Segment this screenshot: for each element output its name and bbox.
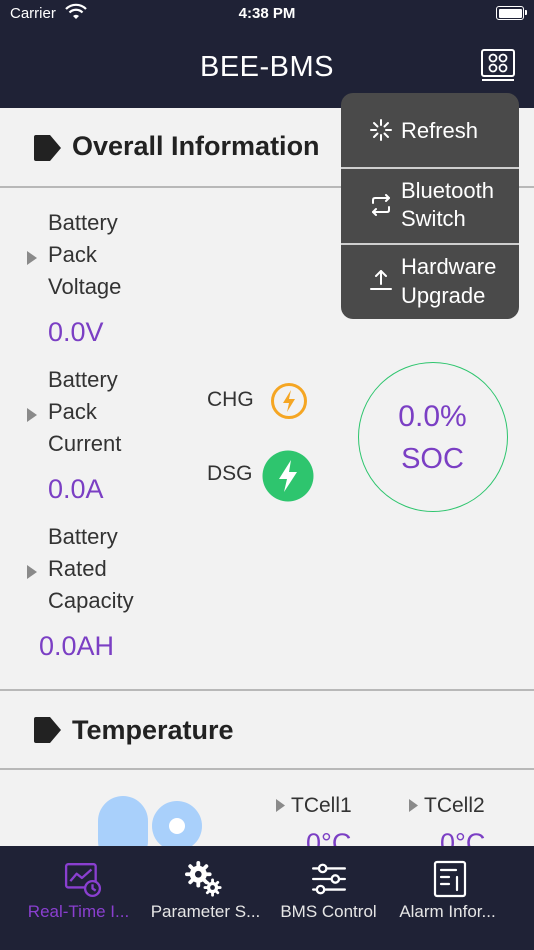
tab-bms-control[interactable]: BMS Control	[262, 846, 395, 950]
caret-right-icon	[409, 799, 418, 812]
menu-item-hardware-upgrade[interactable]: Hardware Upgrade	[341, 244, 519, 319]
thermometer-icon	[98, 796, 202, 846]
upload-icon	[370, 270, 392, 290]
realtime-chart-icon	[64, 863, 102, 898]
menu-button[interactable]	[480, 49, 516, 83]
soc-percent: 0.0%	[398, 400, 467, 433]
caret-right-icon	[27, 565, 37, 579]
metric-label: Voltage	[48, 274, 122, 299]
section-tag-icon	[34, 135, 61, 161]
gears-icon	[185, 860, 222, 897]
charge-indicator-icon	[271, 383, 307, 419]
tab-bar: Real-Time I... Parameter S... BMS Contro…	[0, 846, 534, 950]
voltage-value: 0.0V	[48, 317, 104, 347]
menu-item-refresh[interactable]: Refresh	[341, 93, 519, 167]
caret-right-icon	[27, 251, 37, 265]
metric-label: Pack	[48, 242, 97, 267]
refresh-icon	[370, 119, 392, 141]
metric-label: Pack	[48, 399, 97, 424]
metric-label: Capacity	[48, 588, 134, 613]
bluetooth-switch-icon	[372, 194, 390, 216]
tab-label: Parameter S...	[150, 902, 261, 921]
tab-label: Alarm Infor...	[399, 902, 496, 921]
sliders-icon	[312, 863, 346, 895]
tcell1-value: 0°C	[306, 828, 352, 846]
device-menu-icon	[481, 49, 515, 81]
alarm-report-icon	[433, 860, 467, 898]
caret-right-icon	[276, 799, 285, 812]
caret-right-icon	[27, 408, 37, 422]
metric-label: Battery	[48, 367, 118, 392]
status-bar: Carrier 4:38 PM	[0, 0, 534, 27]
tcell1-label: TCell1	[291, 794, 352, 817]
battery-icon	[496, 6, 527, 20]
battery-pack-voltage[interactable]: Battery Pack Voltage 0.0V	[0, 208, 200, 358]
app-title: BEE-BMS	[199, 51, 335, 83]
tab-label: BMS Control	[280, 902, 377, 921]
metric-label: Rated	[48, 556, 107, 581]
capacity-value: 0.0AH	[39, 631, 115, 661]
menu-item-bluetooth-switch[interactable]: Bluetooth Switch	[341, 168, 519, 243]
menu-item-label: Upgrade	[401, 283, 486, 308]
popup-menu: Refresh Bluetooth Switch Hardware Upgrad…	[341, 93, 519, 319]
metric-label: Battery	[48, 210, 118, 235]
tab-alarm-information[interactable]: Alarm Infor...	[381, 846, 514, 950]
section-title: Temperature	[72, 715, 234, 745]
soc-label: SOC	[401, 443, 464, 475]
dsg-label: DSG	[207, 462, 253, 485]
tab-realtime-info[interactable]: Real-Time I...	[12, 846, 145, 950]
temperature-header: Temperature	[0, 691, 534, 771]
soc-gauge: 0.0% SOC	[358, 362, 508, 512]
chg-label: CHG	[207, 388, 254, 411]
tab-parameter-settings[interactable]: Parameter S...	[139, 846, 272, 950]
battery-rated-capacity[interactable]: Battery Rated Capacity 0.0AH	[0, 522, 200, 672]
current-value: 0.0A	[48, 474, 104, 504]
section-title: Overall Information	[72, 131, 320, 161]
battery-pack-current[interactable]: Battery Pack Current 0.0A	[0, 365, 200, 515]
menu-item-label: Hardware	[401, 254, 497, 279]
menu-item-label: Refresh	[401, 118, 479, 143]
tcell2-value: 0°C	[440, 828, 486, 846]
divider	[0, 768, 534, 770]
menu-item-label: Switch	[401, 206, 466, 231]
clock: 4:38 PM	[238, 5, 296, 22]
tab-label: Real-Time I...	[27, 902, 130, 921]
tcell2-label: TCell2	[424, 794, 485, 817]
menu-item-label: Bluetooth	[401, 178, 494, 203]
metric-label: Current	[48, 431, 122, 456]
metric-label: Battery	[48, 524, 118, 549]
discharge-indicator-icon	[262, 450, 314, 502]
section-tag-icon	[34, 717, 61, 743]
